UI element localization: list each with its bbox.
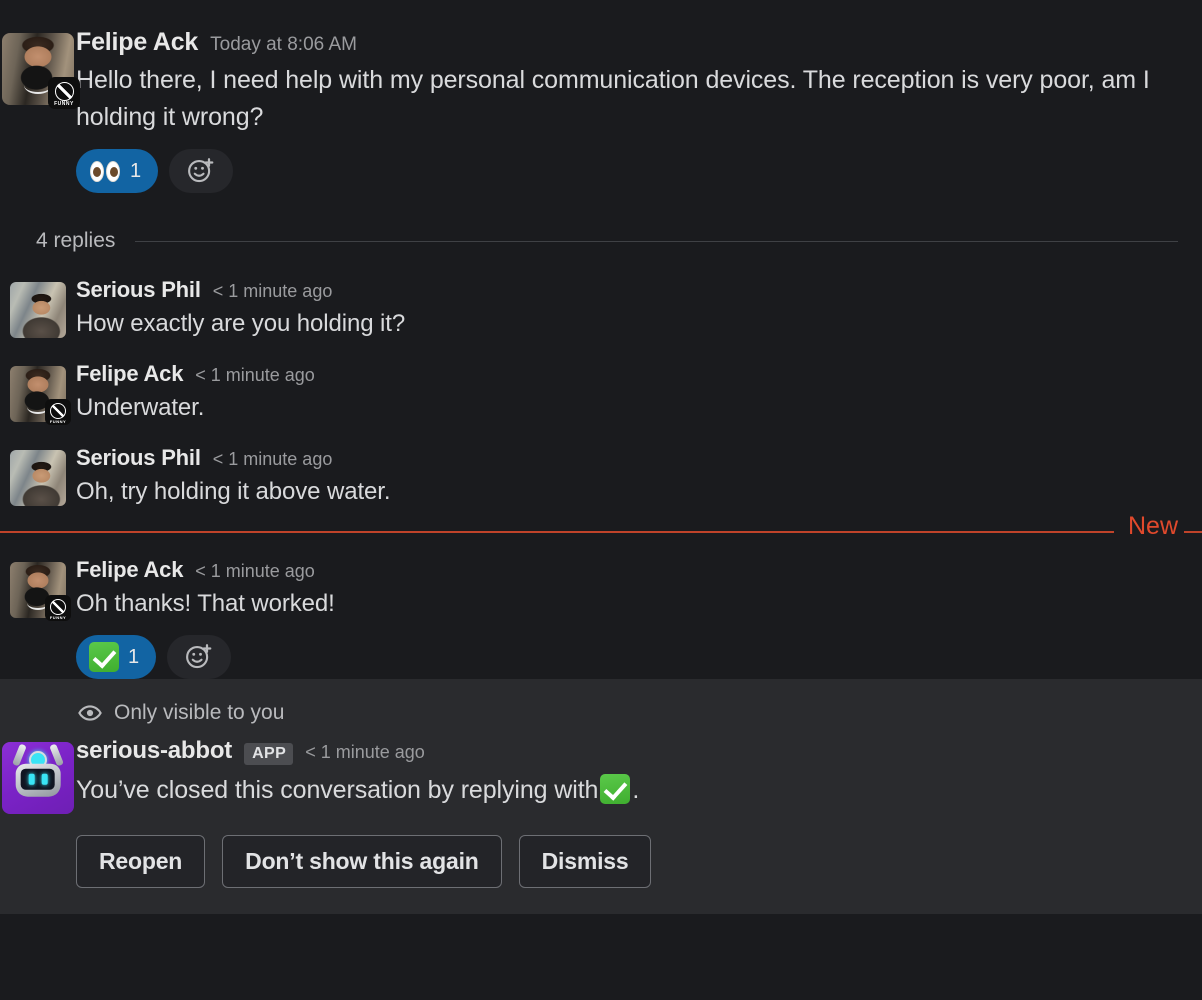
message-meta: serious-abbot APP < 1 minute ago <box>76 739 1178 766</box>
message-body: serious-abbot APP < 1 minute ago You’ve … <box>76 739 1202 888</box>
replies-count-label[interactable]: 4 replies <box>36 229 115 253</box>
avatar-column <box>0 739 76 815</box>
message-text: How exactly are you holding it? <box>76 310 406 337</box>
reply-message: Serious Phil < 1 minute ago How exactly … <box>0 279 1202 341</box>
status-badge-icon: FUNNY <box>45 399 71 426</box>
root-message: FUNNY Felipe Ack Today at 8:06 AM Hello … <box>0 0 1202 193</box>
message-meta: Serious Phil < 1 minute ago <box>76 447 1178 469</box>
avatar-column <box>0 447 76 507</box>
robot-antenna-left-icon <box>12 743 28 766</box>
add-reaction-button[interactable] <box>167 635 232 680</box>
message-author[interactable]: Felipe Ack <box>76 363 183 385</box>
message-text: You’ve closed this conversation by reply… <box>76 772 1178 809</box>
eyes-emoji-icon <box>89 158 121 184</box>
avatar-serious-phil[interactable] <box>10 450 66 507</box>
new-messages-divider: New <box>0 514 1202 540</box>
robot-head-icon <box>15 763 61 797</box>
visibility-notice: Only visible to you <box>0 701 1202 725</box>
dont-show-again-button[interactable]: Don’t show this again <box>222 834 502 888</box>
ephemeral-message-region: Only visible to you serious-abbot APP < <box>0 679 1202 914</box>
message-body: Serious Phil < 1 minute ago Oh, try hold… <box>76 447 1202 509</box>
reply-message: FUNNY Felipe Ack < 1 minute ago Oh thank… <box>0 559 1202 680</box>
replies-divider: 4 replies <box>36 229 1178 253</box>
reaction-bar: 1 <box>76 635 1178 680</box>
message-text: Underwater. <box>76 394 205 422</box>
message-author[interactable]: Serious Phil <box>76 279 201 301</box>
message-meta: Felipe Ack Today at 8:06 AM <box>76 30 1178 55</box>
bot-action-buttons: Reopen Don’t show this again Dismiss <box>76 834 1178 888</box>
thread-messages-region: FUNNY Felipe Ack Today at 8:06 AM Hello … <box>0 0 1202 680</box>
avatar-column <box>0 279 76 338</box>
avatar-serious-phil[interactable] <box>10 282 66 338</box>
reopen-button[interactable]: Reopen <box>76 834 206 888</box>
message-author[interactable]: Felipe Ack <box>76 559 183 581</box>
message-author[interactable]: Serious Phil <box>76 447 201 469</box>
avatar-column: FUNNY <box>0 363 76 426</box>
message-body: Felipe Ack < 1 minute ago Underwater. <box>76 363 1202 425</box>
message-text: Oh, try holding it above water. <box>76 478 391 506</box>
status-badge-icon: FUNNY <box>45 595 71 622</box>
app-badge: APP <box>244 743 294 766</box>
message-text: Oh thanks! That worked! <box>76 590 335 618</box>
message-meta: Serious Phil < 1 minute ago <box>76 279 1178 301</box>
avatar-felipe-ack[interactable]: FUNNY <box>2 33 80 109</box>
reaction-count: 1 <box>128 646 140 669</box>
reply-message: Serious Phil < 1 minute ago Oh, try hold… <box>0 447 1202 509</box>
white-check-mark-emoji-icon <box>89 642 119 673</box>
message-timestamp[interactable]: < 1 minute ago <box>213 282 333 300</box>
add-reaction-icon <box>188 158 214 183</box>
message-body: Felipe Ack Today at 8:06 AM Hello there,… <box>76 30 1202 193</box>
message-text-after-emoji: . <box>632 776 640 805</box>
message-timestamp[interactable]: < 1 minute ago <box>195 366 315 384</box>
message-text: Hello there, I need help with my persona… <box>76 66 1150 131</box>
status-badge-icon: FUNNY <box>48 77 80 109</box>
avatar-column: FUNNY <box>0 30 80 109</box>
avatar-felipe-ack[interactable]: FUNNY <box>10 562 71 622</box>
avatar-felipe-ack[interactable]: FUNNY <box>10 366 71 426</box>
new-messages-label: New <box>1113 514 1184 540</box>
dismiss-button[interactable]: Dismiss <box>518 834 652 888</box>
reaction-eyes[interactable]: 1 <box>76 149 159 193</box>
ephemeral-bot-message: serious-abbot APP < 1 minute ago You’ve … <box>0 739 1202 888</box>
message-timestamp[interactable]: Today at 8:06 AM <box>210 35 357 54</box>
message-text-before-emoji: You’ve closed this conversation by reply… <box>76 776 599 805</box>
divider-rule <box>135 240 1178 242</box>
reaction-white-check-mark[interactable]: 1 <box>76 635 157 680</box>
robot-antenna-right-icon <box>48 743 64 766</box>
add-reaction-button[interactable] <box>169 149 234 193</box>
reaction-count: 1 <box>130 160 142 182</box>
message-body: Felipe Ack < 1 minute ago Oh thanks! Tha… <box>76 559 1202 680</box>
avatar-serious-abbot[interactable] <box>2 742 74 815</box>
white-check-mark-emoji-icon <box>600 774 631 805</box>
message-timestamp[interactable]: < 1 minute ago <box>305 743 425 761</box>
visibility-label: Only visible to you <box>114 701 285 725</box>
add-reaction-icon <box>186 644 212 669</box>
message-meta: Felipe Ack < 1 minute ago <box>76 363 1178 385</box>
reply-message: FUNNY Felipe Ack < 1 minute ago Underwat… <box>0 363 1202 426</box>
message-author[interactable]: serious-abbot <box>76 739 232 763</box>
message-timestamp[interactable]: < 1 minute ago <box>213 450 333 468</box>
avatar-column: FUNNY <box>0 559 76 622</box>
message-meta: Felipe Ack < 1 minute ago <box>76 559 1178 581</box>
eye-icon <box>78 705 102 721</box>
message-timestamp[interactable]: < 1 minute ago <box>195 562 315 580</box>
avatar-photo <box>10 282 66 338</box>
avatar-photo <box>10 450 66 507</box>
reaction-bar: 1 <box>76 149 1178 193</box>
message-author[interactable]: Felipe Ack <box>76 30 198 55</box>
message-body: Serious Phil < 1 minute ago How exactly … <box>76 279 1202 341</box>
